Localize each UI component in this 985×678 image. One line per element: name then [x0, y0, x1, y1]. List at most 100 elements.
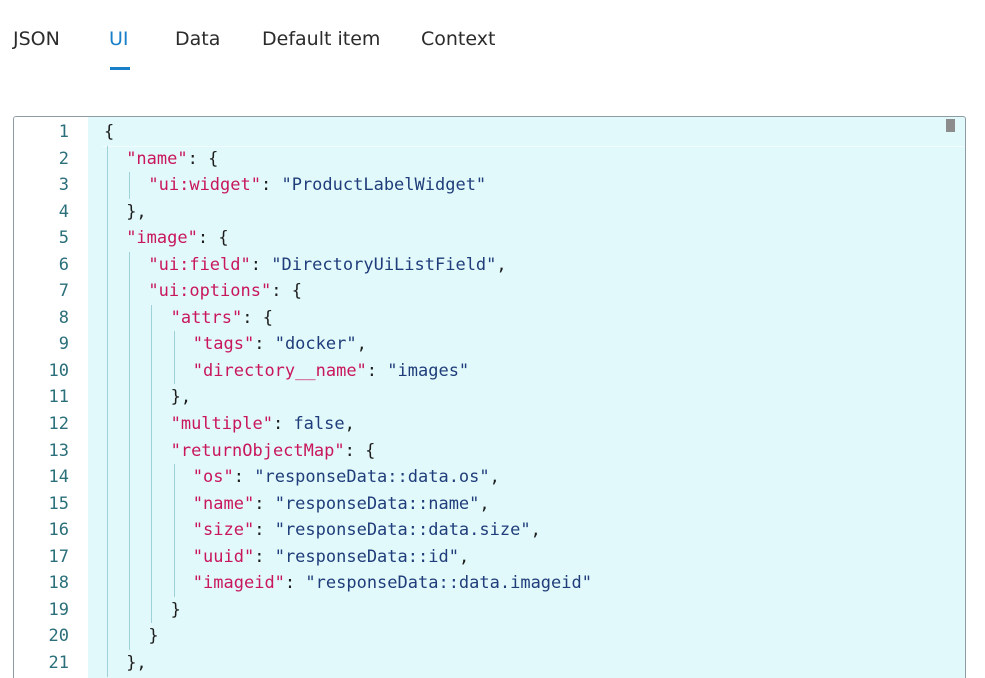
json-key: "uuid" [192, 546, 255, 567]
line-number: 18 [48, 573, 69, 594]
json-key: "returnObjectMap" [170, 440, 345, 461]
line-number: 12 [48, 414, 69, 435]
indent-guide [173, 464, 175, 597]
tab-data[interactable]: Data [175, 27, 220, 51]
json-punctuation: : [254, 334, 275, 355]
line-number: 1 [58, 122, 69, 142]
code-line: 10 "directory__name": "images" [14, 358, 965, 385]
code-line: 3 "ui:widget": "ProductLabelWidget" [14, 172, 965, 199]
json-punctuation: { [104, 122, 115, 142]
json-key: "ui:options" [148, 281, 272, 302]
code-text: "uuid": "responseData::id", [193, 544, 469, 571]
tab-json[interactable]: JSON [13, 27, 60, 51]
json-punctuation: }, [126, 201, 147, 222]
code-line: 17 "uuid": "responseData::id", [14, 544, 965, 571]
json-punctuation: : [254, 520, 275, 541]
code-text: "tags": "docker", [193, 331, 367, 358]
code-line: 11}, [14, 384, 965, 411]
json-key: "ui:widget" [148, 175, 261, 196]
line-number: 14 [48, 467, 69, 488]
json-punctuation: , [479, 493, 490, 514]
line-number: 16 [48, 520, 69, 541]
json-punctuation: : { [187, 148, 219, 169]
tab-default-item[interactable]: Default item [262, 27, 380, 51]
json-punctuation: , [344, 414, 355, 435]
code-line: 12 "multiple": false, [14, 411, 965, 438]
scrollbar-thumb[interactable] [946, 119, 955, 132]
code-editor[interactable]: 1{2 "name": {3 "ui:widget": "ProductLabelW… [13, 116, 966, 678]
line-number: 20 [48, 626, 69, 647]
json-key: "tags" [192, 334, 255, 355]
json-punctuation: : [284, 573, 306, 594]
code-line: 8 "attrs": { [14, 305, 965, 332]
line-number: 17 [48, 546, 69, 567]
json-key: "directory__name" [192, 360, 367, 381]
line-number: 7 [58, 281, 69, 302]
json-key: "imageid" [192, 573, 285, 594]
tab-context[interactable]: Context [421, 27, 495, 51]
json-punctuation: : { [271, 281, 302, 302]
code-text: "multiple": false, [171, 411, 355, 438]
code-text: "directory__name": "images" [193, 358, 469, 385]
tab-bar: JSON UI Data Default item Context [0, 0, 985, 80]
code-text: "ui:options": { [148, 278, 302, 305]
json-punctuation: }, [170, 387, 192, 408]
json-punctuation: : { [344, 440, 376, 461]
json-punctuation: : { [242, 307, 273, 328]
code-text: "ui:field": "DirectoryUiListField", [148, 252, 506, 279]
code-line: 13 "returnObjectMap": { [14, 438, 965, 465]
line-number: 9 [58, 334, 69, 355]
code-text: { [104, 119, 114, 146]
json-string: "ProductLabelWidget" [281, 175, 487, 196]
indent-guide [151, 304, 153, 624]
json-key: "image" [126, 228, 198, 249]
code-text: "imageid": "responseData::data.imageid" [193, 570, 592, 597]
json-boolean: false [293, 414, 345, 435]
json-string: "responseData::data.imageid" [305, 573, 592, 594]
line-number: 3 [58, 175, 69, 196]
code-line: 9 "tags": "docker", [14, 331, 965, 358]
indent-guide [107, 145, 108, 677]
code-line: 7 "ui:options": { [14, 278, 965, 305]
line-number: 21 [48, 652, 69, 673]
tab-ui[interactable]: UI [109, 27, 129, 51]
json-key: "name" [192, 493, 255, 514]
json-key: "os" [192, 467, 234, 488]
code-line: 16 "size": "responseData::data.size", [14, 517, 965, 544]
line-number: 15 [48, 493, 69, 514]
json-key: "ui:field" [148, 254, 251, 275]
json-punctuation: : [233, 467, 255, 488]
json-string: "responseData::data.os" [254, 467, 490, 488]
code-text: }, [126, 199, 146, 226]
line-number: 10 [48, 360, 69, 381]
json-string: "responseData::name" [274, 493, 480, 514]
json-punctuation: : [260, 175, 282, 196]
json-punctuation: , [356, 334, 367, 355]
code-line: 21}, [14, 650, 965, 677]
code-line: 15 "name": "responseData::name", [14, 491, 965, 518]
line-number: 4 [58, 201, 69, 222]
json-punctuation: }, [126, 652, 147, 673]
json-string: "DirectoryUiListField" [271, 254, 497, 275]
line-number: 5 [58, 228, 69, 249]
json-punctuation: : { [197, 228, 229, 249]
code-text: "attrs": { [171, 305, 273, 332]
line-number: 11 [48, 387, 69, 408]
code-line: 1{ [14, 119, 965, 146]
json-key: "name" [126, 148, 188, 169]
json-punctuation: , [530, 520, 541, 541]
indent-guide [129, 172, 131, 199]
json-key: "multiple" [170, 414, 273, 435]
code-line: 6 "ui:field": "DirectoryUiListField", [14, 252, 965, 279]
json-key: "size" [192, 520, 255, 541]
line-number: 19 [48, 599, 69, 620]
indent-guide [129, 251, 131, 650]
indent-guide [173, 331, 175, 385]
json-string: "docker" [274, 334, 357, 355]
code-lines: 1{2 "name": {3 "ui:widget": "ProductLabelW… [14, 119, 965, 676]
json-punctuation: , [496, 254, 507, 275]
json-punctuation: } [170, 599, 181, 620]
json-string: "responseData::id" [274, 546, 459, 567]
json-punctuation: : [254, 546, 275, 567]
json-string: "responseData::data.size" [274, 520, 531, 541]
